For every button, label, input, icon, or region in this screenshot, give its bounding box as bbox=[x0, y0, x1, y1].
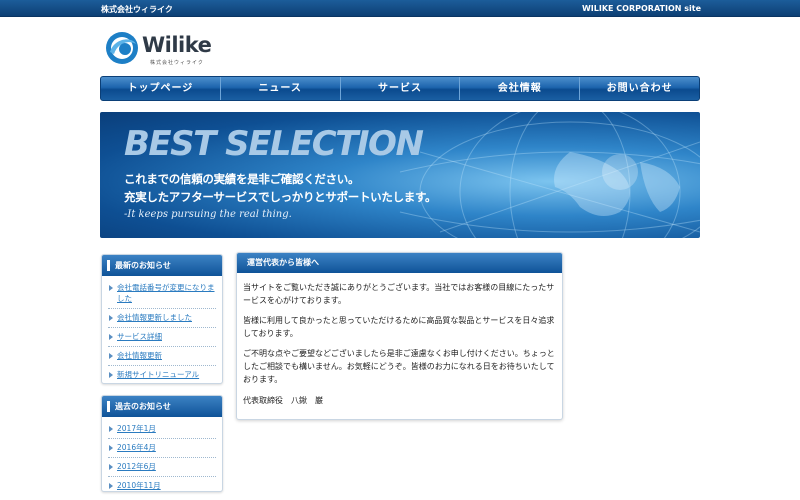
main-nav: トップページ ニュース サービス 会社情報 お問い合わせ bbox=[100, 76, 700, 101]
latest-news-heading: 最新のお知らせ bbox=[102, 255, 222, 276]
message-paragraph-2: 皆様に利用して良かったと思っていただけるために高品質な製品とサービスを日々追求し… bbox=[243, 316, 555, 338]
message-heading: 運営代表から皆様へ bbox=[237, 253, 562, 273]
hero-banner: BEST SELECTION これまでの信頼の実績を是非ご確認ください。 充実し… bbox=[100, 112, 700, 238]
top-bar: 株式会社ウィライク WILIKE CORPORATION site bbox=[0, 0, 800, 17]
company-name-header: 株式会社ウィライク bbox=[101, 5, 173, 14]
nav-item-company[interactable]: 会社情報 bbox=[460, 77, 581, 100]
logo[interactable]: Wilike 株式会社ウィライク bbox=[104, 30, 224, 70]
message-signature: 代表取締役 八鍬 巌 bbox=[243, 396, 323, 405]
nav-item-service[interactable]: サービス bbox=[341, 77, 461, 100]
archive-link[interactable]: 2012年6月 bbox=[108, 458, 216, 477]
archive-link[interactable]: 2016年4月 bbox=[108, 439, 216, 458]
banner-title: BEST SELECTION bbox=[124, 124, 424, 164]
latest-news-box: 最新のお知らせ 会社電話番号が変更になりました 会社情報更新しました サービス詳… bbox=[101, 254, 223, 384]
news-link[interactable]: 会社情報更新しました bbox=[108, 309, 216, 328]
logo-wordmark: Wilike bbox=[142, 33, 212, 57]
past-news-box: 過去のお知らせ 2017年1月 2016年4月 2012年6月 2010年11月 bbox=[101, 395, 223, 492]
site-caption: WILIKE CORPORATION site bbox=[581, 4, 701, 13]
archive-link[interactable]: 2010年11月 bbox=[108, 477, 216, 495]
news-link[interactable]: 会社情報更新 bbox=[108, 347, 216, 366]
nav-item-news[interactable]: ニュース bbox=[221, 77, 341, 100]
past-news-list: 2017年1月 2016年4月 2012年6月 2010年11月 bbox=[102, 417, 222, 499]
message-paragraph-3: ご不明な点やご要望などございましたら是非ご遠慮なくお申し付けください。ちょっとし… bbox=[243, 349, 555, 384]
nav-item-contact[interactable]: お問い合わせ bbox=[580, 77, 699, 100]
news-link[interactable]: サービス詳細 bbox=[108, 328, 216, 347]
logo-subtitle: 株式会社ウィライク bbox=[150, 60, 204, 66]
banner-message-1: これまでの信頼の実績を是非ご確認ください。 bbox=[124, 172, 360, 186]
message-body: 当サイトをご覧いただき誠にありがとうございます。当社ではお客様の目線にたったサー… bbox=[237, 273, 562, 407]
logo-swirl-icon bbox=[106, 32, 138, 64]
news-link[interactable]: 会社電話番号が変更になりました bbox=[108, 279, 216, 309]
past-news-heading: 過去のお知らせ bbox=[102, 396, 222, 417]
banner-message-2: 充実したアフターサービスでしっかりとサポートいたします。 bbox=[124, 190, 437, 204]
banner-tagline: -It keeps pursuing the real thing. bbox=[124, 209, 292, 220]
news-link[interactable]: 新規サイトリニューアル bbox=[108, 366, 216, 384]
representative-message-box: 運営代表から皆様へ 当サイトをご覧いただき誠にありがとうございます。当社ではお客… bbox=[236, 252, 563, 420]
nav-item-top[interactable]: トップページ bbox=[101, 77, 221, 100]
archive-link[interactable]: 2017年1月 bbox=[108, 420, 216, 439]
latest-news-list: 会社電話番号が変更になりました 会社情報更新しました サービス詳細 会社情報更新… bbox=[102, 276, 222, 388]
message-paragraph-1: 当サイトをご覧いただき誠にありがとうございます。当社ではお客様の目線にたったサー… bbox=[243, 283, 555, 305]
